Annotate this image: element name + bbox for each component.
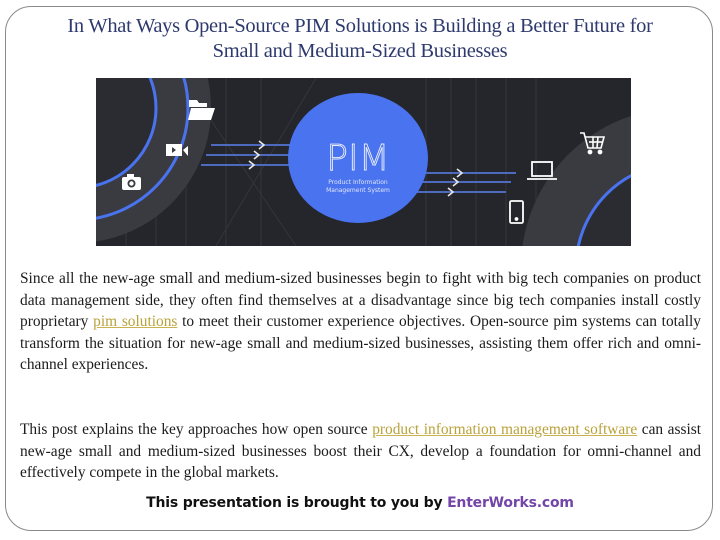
footer-credit: This presentation is brought to you by E… xyxy=(0,495,720,511)
pim-software-link[interactable]: product information management software xyxy=(372,421,637,438)
title-line-2: Small and Medium-Sized Businesses xyxy=(212,40,508,62)
smartphone-icon xyxy=(509,200,524,224)
paragraph-overview: This post explains the key approaches ho… xyxy=(20,419,701,484)
pim-sub-2: Management System xyxy=(326,187,390,194)
title-line-1: In What Ways Open-Source PIM Solutions i… xyxy=(67,15,653,37)
paragraph-intro: Since all the new-age small and medium-s… xyxy=(20,268,701,376)
pim-sub-1: Product Information xyxy=(328,179,388,186)
pim-solutions-link[interactable]: pim solutions xyxy=(93,313,177,330)
footer-text: This presentation is brought to you by xyxy=(146,495,448,511)
brand-name: EnterWorks.com xyxy=(447,495,574,511)
pim-label: PIM xyxy=(326,138,389,179)
slide-title: In What Ways Open-Source PIM Solutions i… xyxy=(20,14,700,64)
hero-image: PIM Product Information Management Syste… xyxy=(96,78,631,246)
laptop-icon xyxy=(527,161,557,180)
folder-icon xyxy=(188,100,215,120)
paragraph-overview-text-1: This post explains the key approaches ho… xyxy=(20,421,373,438)
